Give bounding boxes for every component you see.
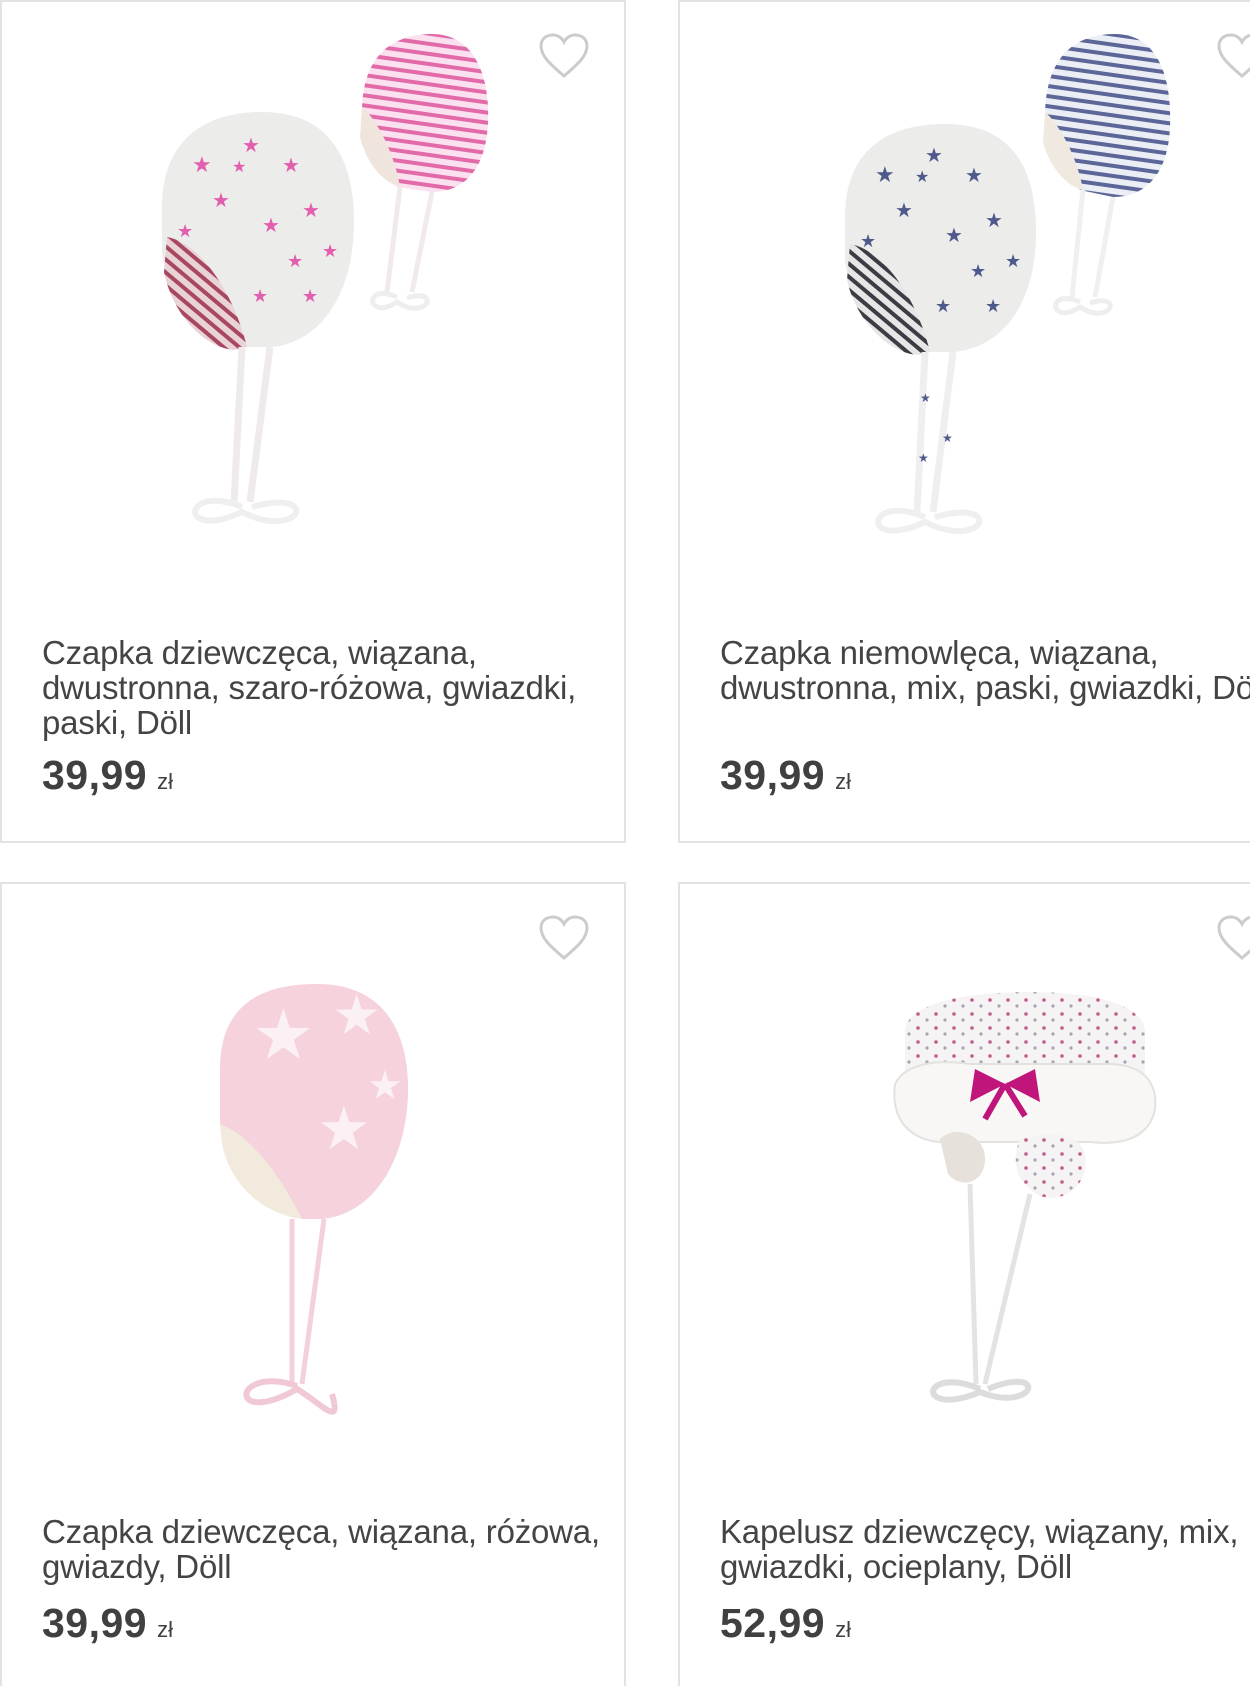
- svg-text:★: ★: [1005, 251, 1021, 271]
- svg-text:★: ★: [332, 984, 381, 1046]
- fur-trim-bow-hat-icon: [893, 992, 1157, 1403]
- heart-outline-icon[interactable]: [1216, 32, 1250, 80]
- product-image[interactable]: ★ ★ ★ ★: [2, 884, 622, 1464]
- svg-text:★: ★: [920, 391, 931, 405]
- price-amount: 39,99: [42, 752, 148, 798]
- product-price: 52,99 zł: [720, 1600, 851, 1647]
- product-title[interactable]: Czapka niemowlęca, wiązana, dwustronna, …: [720, 635, 1250, 705]
- price-amount: 52,99: [720, 1600, 826, 1646]
- heart-outline-icon[interactable]: [1216, 914, 1250, 962]
- product-title[interactable]: Czapka dziewczęca, wiązana, dwustronna, …: [42, 635, 612, 740]
- svg-text:★: ★: [860, 231, 876, 251]
- svg-text:★: ★: [287, 251, 303, 271]
- product-card[interactable]: ★ ★ ★ ★ ★ ★ ★ ★ ★ ★ ★ ★ Czapka dziewczęca, wią…: [0, 0, 626, 843]
- svg-text:★: ★: [985, 296, 1001, 316]
- star-hat-icon: ★★ ★★ ★★ ★★ ★★ ★★ ★★★: [845, 124, 1036, 535]
- product-image[interactable]: ★★ ★★ ★★ ★★ ★★ ★★ ★★★: [680, 2, 1250, 582]
- svg-text:★: ★: [322, 241, 338, 261]
- svg-text:★: ★: [252, 286, 268, 306]
- striped-hat-icon: [1043, 34, 1171, 316]
- striped-hat-icon: [360, 34, 489, 311]
- price-currency: zł: [835, 769, 851, 794]
- svg-text:★: ★: [282, 155, 300, 177]
- heart-outline-icon[interactable]: [538, 914, 590, 962]
- svg-text:★: ★: [212, 190, 230, 212]
- svg-text:★: ★: [242, 135, 260, 157]
- product-grid: ★ ★ ★ ★ ★ ★ ★ ★ ★ ★ ★ ★ Czapka dziewczęca, wią…: [0, 0, 1250, 1686]
- heart-outline-icon[interactable]: [538, 32, 590, 80]
- svg-text:★: ★: [262, 215, 280, 237]
- product-title[interactable]: Kapelusz dziewczęcy, wiązany, mix, gwiaz…: [720, 1514, 1250, 1584]
- svg-text:★: ★: [965, 165, 983, 187]
- product-image[interactable]: ★★ ★★ ★★ ★★ ★★ ★★: [2, 2, 622, 582]
- svg-text:★: ★: [302, 200, 320, 222]
- svg-text:★: ★: [252, 996, 315, 1074]
- svg-text:★: ★: [367, 1064, 403, 1108]
- star-hat-icon: ★★ ★★ ★★ ★★ ★★ ★★: [162, 112, 354, 525]
- svg-text:★: ★: [945, 225, 963, 247]
- svg-text:★: ★: [970, 261, 986, 281]
- pink-star-hat-icon: ★ ★ ★ ★: [220, 984, 408, 1415]
- product-price: 39,99 zł: [42, 1600, 173, 1647]
- svg-text:★: ★: [935, 296, 951, 316]
- svg-text:★: ★: [232, 159, 246, 176]
- product-card[interactable]: ★ ★ ★ ★ Czapka dziewczęca, wiązana, różo…: [0, 882, 626, 1686]
- price-amount: 39,99: [720, 752, 826, 798]
- product-card[interactable]: ★ ★ ★ ★ ★ ★ ★ ★ ★ ★ ★ ★ ★ ★ ★ Czapka niemowlęca,…: [678, 0, 1250, 843]
- svg-text:★: ★: [915, 169, 929, 186]
- product-card[interactable]: Kapelusz dziewczęcy, wiązany, mix, gwiaz…: [678, 882, 1250, 1686]
- price-amount: 39,99: [42, 1600, 148, 1646]
- svg-text:★: ★: [875, 162, 895, 187]
- svg-text:★: ★: [177, 221, 193, 241]
- svg-text:★: ★: [942, 431, 953, 445]
- svg-text:★: ★: [192, 152, 212, 177]
- svg-text:★: ★: [895, 200, 913, 222]
- price-currency: zł: [157, 769, 173, 794]
- product-title[interactable]: Czapka dziewczęca, wiązana, różowa, gwia…: [42, 1514, 612, 1584]
- price-currency: zł: [835, 1617, 851, 1642]
- svg-text:★: ★: [918, 451, 929, 465]
- svg-text:★: ★: [302, 286, 318, 306]
- svg-text:★: ★: [985, 210, 1003, 232]
- product-price: 39,99 zł: [720, 752, 851, 799]
- svg-text:★: ★: [317, 1095, 371, 1162]
- price-currency: zł: [157, 1617, 173, 1642]
- product-price: 39,99 zł: [42, 752, 173, 799]
- svg-text:★: ★: [925, 145, 943, 167]
- product-image[interactable]: [680, 884, 1250, 1464]
